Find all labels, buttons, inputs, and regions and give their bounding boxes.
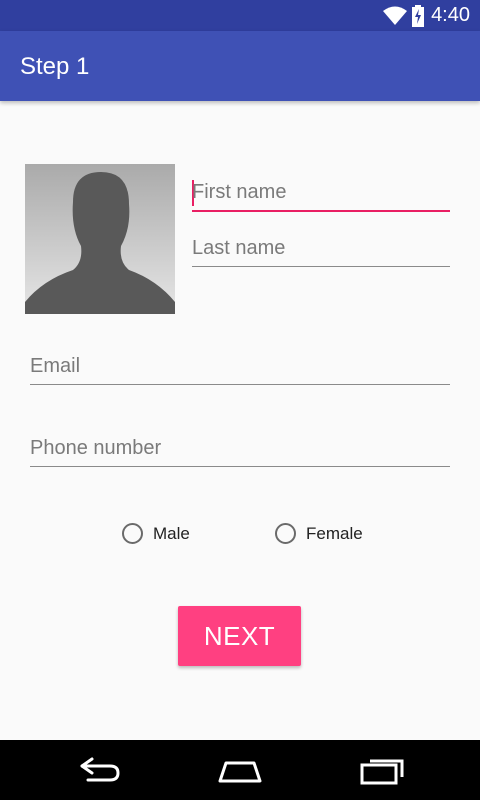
battery-charging-icon [412,5,424,32]
next-button[interactable]: NEXT [178,606,301,666]
email-field[interactable]: Email [30,346,450,385]
radio-female-circle[interactable] [275,523,296,544]
last-name-placeholder: Last name [192,237,286,259]
radio-male-circle[interactable] [122,523,143,544]
person-silhouette-icon [25,172,175,314]
status-bar: 4:40 [0,0,480,31]
status-time: 4:40 [431,4,470,26]
last-name-field[interactable]: Last name [192,228,450,267]
wifi-icon [382,6,408,31]
radio-male-label: Male [153,523,190,543]
phone-number-field[interactable]: Phone number [30,428,450,467]
radio-female-label: Female [306,523,363,543]
radio-female[interactable]: Female [275,523,363,544]
back-icon[interactable] [78,755,122,790]
recents-icon[interactable] [358,755,406,790]
home-icon[interactable] [216,755,264,790]
first-name-field[interactable]: First name [192,170,450,212]
page-title: Step 1 [20,53,90,80]
navigation-bar [0,740,480,800]
first-name-placeholder: First name [192,181,287,203]
app-bar: Step 1 [0,31,480,101]
phone-number-placeholder: Phone number [30,437,162,459]
radio-male[interactable]: Male [122,523,190,544]
avatar[interactable] [25,164,175,314]
email-placeholder: Email [30,355,81,377]
